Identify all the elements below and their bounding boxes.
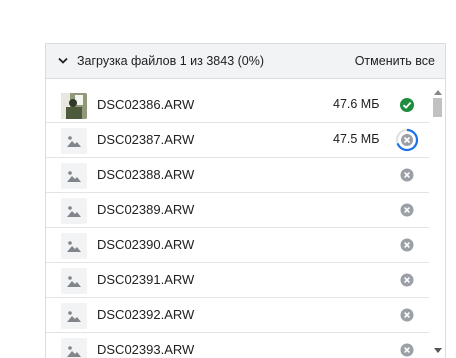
file-row[interactable]: DSC02388.ARW [46, 158, 429, 193]
cancel-circle-icon[interactable] [398, 201, 416, 219]
file-size: 47.6 МБ [333, 97, 380, 111]
scrollbar-thumb[interactable] [433, 98, 442, 117]
image-placeholder-icon [61, 128, 87, 154]
image-placeholder-icon [61, 338, 87, 358]
file-row[interactable]: DSC02391.ARW [46, 263, 429, 298]
file-row[interactable]: DSC02393.ARW [46, 333, 429, 358]
file-name: DSC02391.ARW [97, 272, 195, 287]
cancel-circle-icon[interactable] [398, 166, 416, 184]
image-placeholder-icon [61, 198, 87, 224]
file-row[interactable]: DSC02386.ARW 47.6 МБ [46, 88, 429, 123]
cancel-circle-icon[interactable] [398, 306, 416, 324]
file-name: DSC02390.ARW [97, 237, 195, 252]
file-row[interactable]: DSC02389.ARW [46, 193, 429, 228]
upload-title: Загрузка файлов 1 из 3843 (0%) [77, 54, 265, 68]
upload-panel: Загрузка файлов 1 из 3843 (0%) Отменить … [45, 43, 446, 358]
cancel-circle-icon[interactable] [398, 236, 416, 254]
image-placeholder-icon [61, 233, 87, 259]
scroll-down-arrow[interactable] [434, 348, 442, 353]
file-row[interactable]: DSC02387.ARW 47.5 МБ [46, 123, 429, 158]
file-size: 47.5 МБ [333, 132, 380, 146]
cancel-all-button[interactable]: Отменить все [355, 54, 435, 68]
file-name: DSC02392.ARW [97, 307, 195, 322]
upload-header: Загрузка файлов 1 из 3843 (0%) Отменить … [46, 44, 445, 79]
file-name: DSC02387.ARW [97, 132, 195, 147]
file-name: DSC02393.ARW [97, 342, 195, 357]
file-name: DSC02388.ARW [97, 167, 195, 182]
upload-progress-cancel-icon[interactable] [395, 128, 419, 152]
file-row[interactable]: DSC02390.ARW [46, 228, 429, 263]
check-circle-icon [400, 98, 414, 112]
cancel-circle-icon[interactable] [398, 341, 416, 358]
scroll-up-arrow[interactable] [434, 90, 442, 95]
chevron-down-icon[interactable] [58, 57, 68, 65]
image-placeholder-icon [61, 303, 87, 329]
photo-thumbnail [61, 93, 87, 119]
file-list: DSC02386.ARW 47.6 МБ DSC02387.ARW 47.5 МБ DS… [46, 88, 429, 358]
cancel-circle-icon[interactable] [398, 271, 416, 289]
file-row[interactable]: DSC02392.ARW [46, 298, 429, 333]
image-placeholder-icon [61, 268, 87, 294]
file-name: DSC02389.ARW [97, 202, 195, 217]
image-placeholder-icon [61, 163, 87, 189]
scrollbar[interactable] [430, 88, 445, 358]
file-name: DSC02386.ARW [97, 97, 195, 112]
